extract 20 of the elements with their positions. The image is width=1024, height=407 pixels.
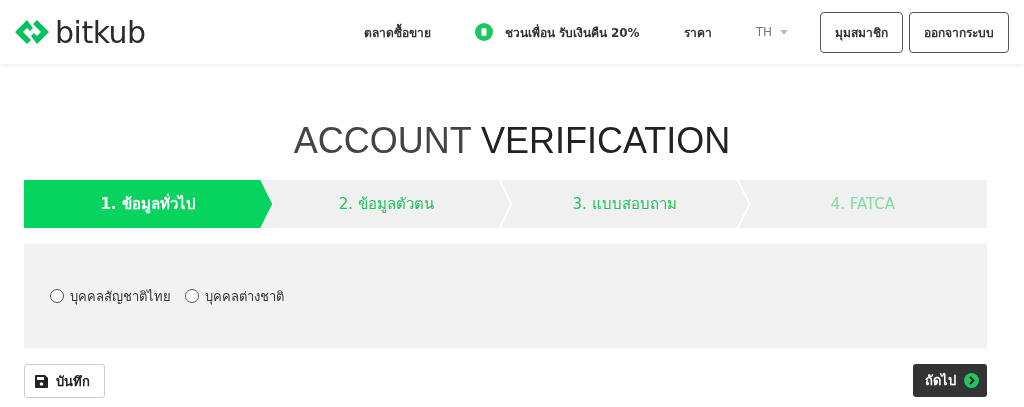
page-title: ACCOUNT VERIFICATION xyxy=(292,120,732,162)
save-button[interactable]: บันทึก xyxy=(24,364,105,398)
logo-icon xyxy=(15,20,49,44)
nav-link[interactable]: ชวนเพื่อน รับเงินคืน 20% xyxy=(504,22,640,42)
radio-option[interactable]: บุคคลต่างชาติ xyxy=(185,285,284,307)
language-dropdown[interactable]: TH xyxy=(755,25,788,39)
bitkub-logo[interactable]: bitkub xyxy=(15,14,146,50)
nav-link[interactable]: ตลาดซื้อขาย xyxy=(363,22,431,42)
radio-icon[interactable] xyxy=(50,289,64,303)
logo-text: bitkub xyxy=(55,14,146,50)
next-button[interactable]: ถัดไป xyxy=(913,364,987,397)
caret-icon xyxy=(780,29,788,35)
nav-link[interactable]: ราคา xyxy=(683,22,712,42)
coin-icon xyxy=(474,23,493,41)
floppy-icon xyxy=(35,374,48,388)
arrow-circle-icon xyxy=(964,373,979,388)
header-button[interactable]: มุมสมาชิก xyxy=(820,11,903,53)
radio-icon[interactable] xyxy=(185,289,199,303)
radio-option[interactable]: บุคคลสัญชาติไทย xyxy=(50,285,171,307)
header-button[interactable]: ออกจากระบบ xyxy=(909,11,1009,53)
